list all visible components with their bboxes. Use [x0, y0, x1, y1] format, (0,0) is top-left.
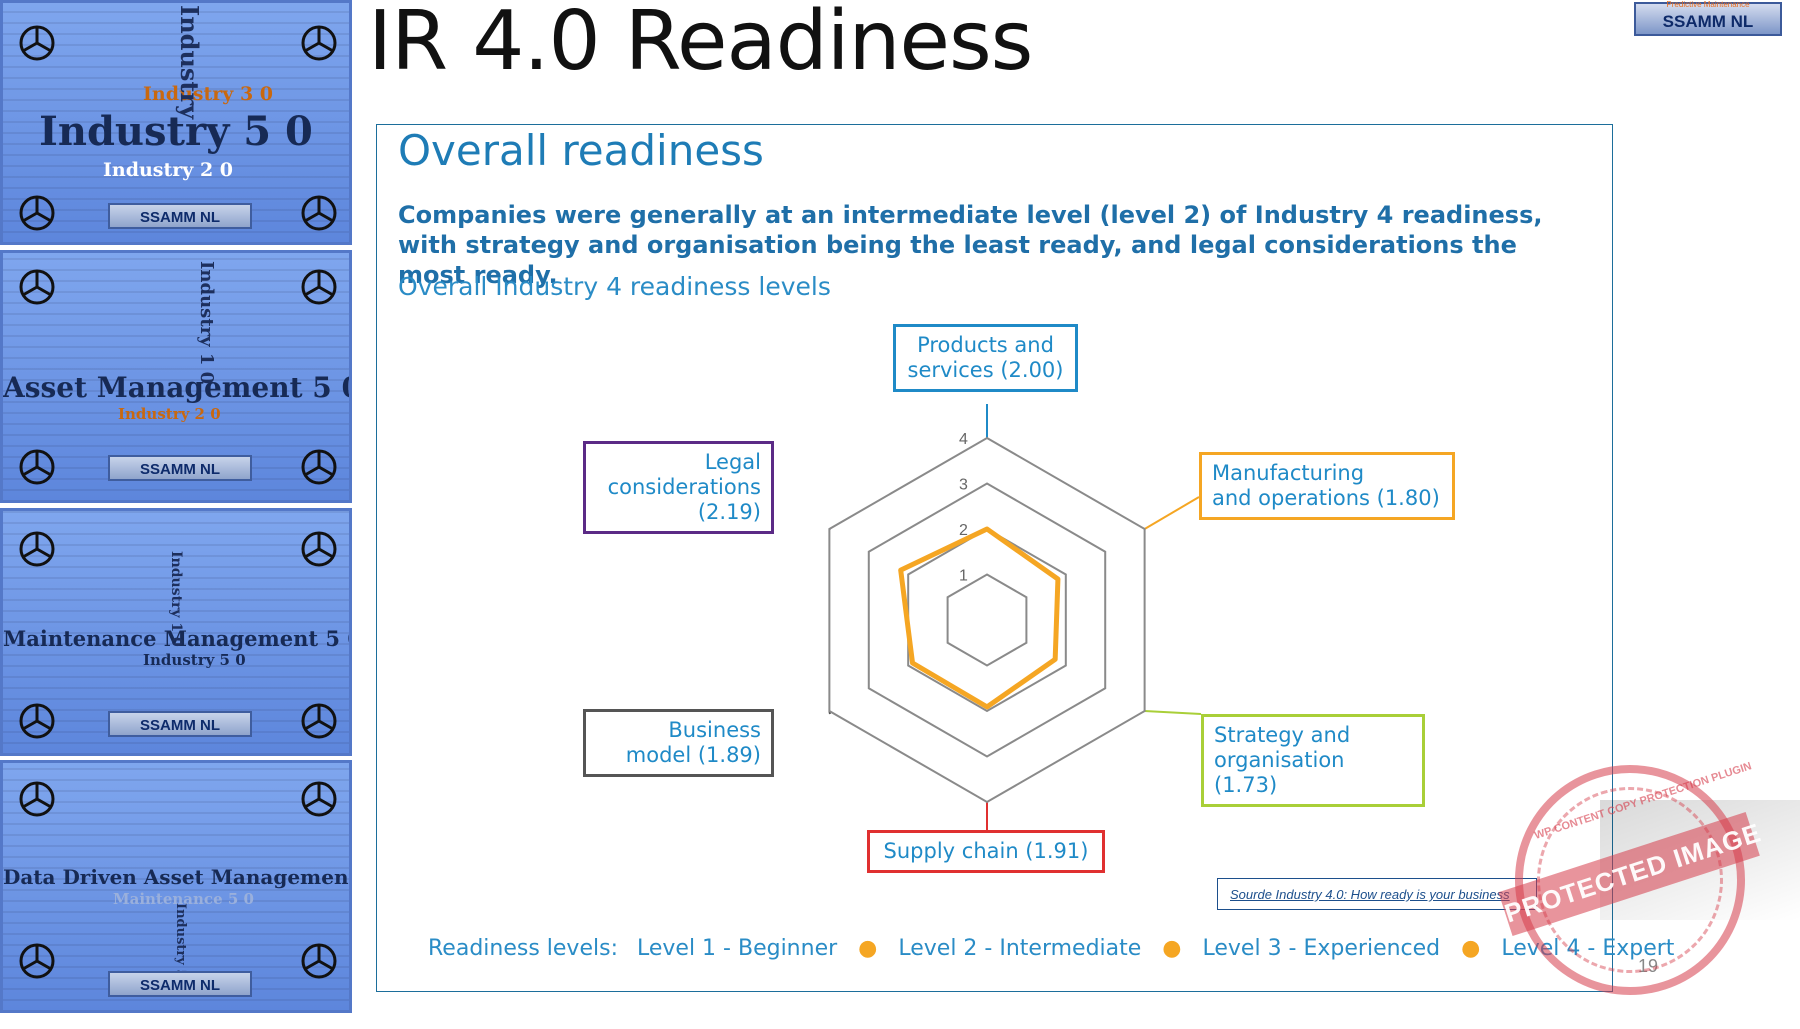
label-legal-considerations: Legal considerations (2.19) — [583, 441, 774, 534]
label-business-model: Business model (1.89) — [583, 709, 774, 777]
openai-icon — [19, 781, 55, 817]
openai-icon — [301, 269, 337, 305]
legend-level-3: Level 3 - Experienced — [1202, 936, 1441, 961]
openai-icon — [19, 25, 55, 61]
tile-vert-text: Industry 1 0 — [168, 551, 184, 647]
label-supply-chain: Supply chain (1.91) — [867, 830, 1105, 873]
legend-prefix: Readiness levels: — [428, 936, 618, 961]
legend-bullet: ● — [858, 936, 878, 961]
tile-vert-text: Industry — [175, 5, 204, 120]
openai-icon — [19, 703, 55, 739]
tile-sub-text: Industry 2 0 — [118, 405, 221, 423]
readiness-legend: Readiness levels: Level 1 - Beginner ● L… — [428, 936, 1674, 961]
tile-data-driven-asset-management: Data Driven Asset Management Maintenance… — [0, 760, 352, 1013]
logo-top-text: Predictive Maintenance — [1666, 0, 1750, 9]
openai-icon — [301, 703, 337, 739]
openai-icon — [19, 531, 55, 567]
tile-asset-management-50: Asset Management 5 0 Industry 2 0 Indust… — [0, 250, 352, 503]
openai-icon — [301, 195, 337, 231]
tile-badge: SSAMM NL — [108, 203, 252, 229]
label-products-services: Products and services (2.00) — [893, 324, 1078, 392]
openai-icon — [301, 781, 337, 817]
tile-big-text: Asset Management 5 0 — [3, 371, 352, 404]
tile-vert-text: Industry 1 0 — [196, 261, 217, 385]
tile-maintenance-management-50: Maintenance Management 5 0 Industry 5 0 … — [0, 508, 352, 756]
legend-bullet: ● — [1162, 936, 1182, 961]
source-note: Sourde Industry 4.0: How ready is your b… — [1217, 878, 1537, 910]
tile-sub-text: Industry 5 0 — [143, 651, 246, 669]
tile-badge: SSAMM NL — [108, 711, 252, 737]
legend-level-1: Level 1 - Beginner — [636, 936, 838, 961]
tile-sub2-text: Industry 2 0 — [103, 159, 233, 181]
openai-icon — [19, 195, 55, 231]
openai-icon — [301, 25, 337, 61]
page-title: IR 4.0 Readiness — [368, 0, 1033, 89]
openai-icon — [301, 943, 337, 979]
tile-sub-text: Industry 3 0 — [143, 83, 273, 105]
section-heading: Overall readiness — [398, 126, 764, 175]
openai-icon — [19, 943, 55, 979]
legend-bullet: ● — [1461, 936, 1481, 961]
legend-level-2: Level 2 - Intermediate — [898, 936, 1142, 961]
tile-industry-50: Industry 5 0 Industry 3 0 Industry 2 0 I… — [0, 0, 352, 245]
chart-subheading: Overall Industry 4 readiness levels — [398, 272, 831, 301]
tile-badge: SSAMM NL — [108, 455, 252, 481]
openai-icon — [301, 531, 337, 567]
openai-icon — [19, 269, 55, 305]
openai-icon — [19, 449, 55, 485]
openai-icon — [301, 449, 337, 485]
label-strategy-organisation: Strategy and organisation (1.73) — [1201, 714, 1425, 807]
label-manufacturing-operations: Manufacturing and operations (1.80) — [1199, 452, 1455, 520]
tile-sub-text: Maintenance 5 0 — [113, 890, 254, 908]
tile-big-text: Data Driven Asset Management — [3, 865, 352, 889]
tile-badge: SSAMM NL — [108, 971, 252, 997]
